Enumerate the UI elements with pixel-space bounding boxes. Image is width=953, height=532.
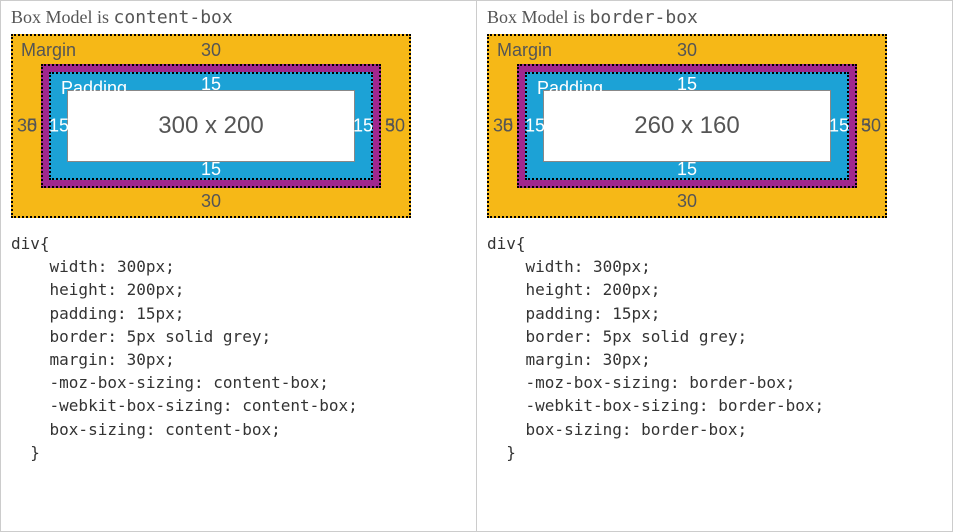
title-prefix: Box Model is: [487, 7, 590, 27]
padding-left-val: 15: [49, 116, 69, 137]
border-box-right: Border 5 5 5 5 Padding 15 15 15 15 260 x…: [517, 64, 857, 188]
margin-label: Margin: [21, 40, 76, 61]
border-left-val: 5: [27, 116, 37, 137]
padding-left-val: 15: [525, 116, 545, 137]
border-right-val: 5: [385, 116, 395, 137]
content-box-left: 300 x 200: [67, 90, 355, 162]
margin-box-left: Margin 30 30 30 30 Border 5 5 5 5 Paddin…: [11, 34, 411, 218]
code-left: div{ width: 300px; height: 200px; paddin…: [11, 232, 466, 464]
content-size: 260 x 160: [634, 112, 739, 141]
title-left: Box Model is content-box: [11, 7, 466, 28]
title-mode: border-box: [590, 7, 698, 28]
title-prefix: Box Model is: [11, 7, 114, 27]
margin-bottom-val: 30: [201, 191, 221, 212]
padding-right-val: 15: [829, 116, 849, 137]
margin-top-val: 30: [677, 40, 697, 61]
padding-box-right: Padding 15 15 15 15 260 x 160: [525, 72, 849, 180]
margin-bottom-val: 30: [677, 191, 697, 212]
panel-content-box: Box Model is content-box Margin 30 30 30…: [1, 1, 477, 531]
panel-border-box: Box Model is border-box Margin 30 30 30 …: [477, 1, 952, 531]
title-mode: content-box: [114, 7, 233, 28]
title-right: Box Model is border-box: [487, 7, 942, 28]
padding-top-val: 15: [201, 74, 221, 95]
padding-label: Padding: [537, 78, 603, 99]
padding-top-val: 15: [677, 74, 697, 95]
margin-top-val: 30: [201, 40, 221, 61]
content-size: 300 x 200: [158, 112, 263, 141]
margin-label: Margin: [497, 40, 552, 61]
padding-label: Padding: [61, 78, 127, 99]
padding-right-val: 15: [353, 116, 373, 137]
code-right: div{ width: 300px; height: 200px; paddin…: [487, 232, 942, 464]
padding-box-left: Padding 15 15 15 15 300 x 200: [49, 72, 373, 180]
border-box-left: Border 5 5 5 5 Padding 15 15 15 15 300 x…: [41, 64, 381, 188]
padding-bottom-val: 15: [677, 159, 697, 180]
border-left-val: 5: [503, 116, 513, 137]
margin-box-right: Margin 30 30 30 30 Border 5 5 5 5 Paddin…: [487, 34, 887, 218]
border-right-val: 5: [861, 116, 871, 137]
content-box-right: 260 x 160: [543, 90, 831, 162]
padding-bottom-val: 15: [201, 159, 221, 180]
comparison-container: Box Model is content-box Margin 30 30 30…: [0, 0, 953, 532]
